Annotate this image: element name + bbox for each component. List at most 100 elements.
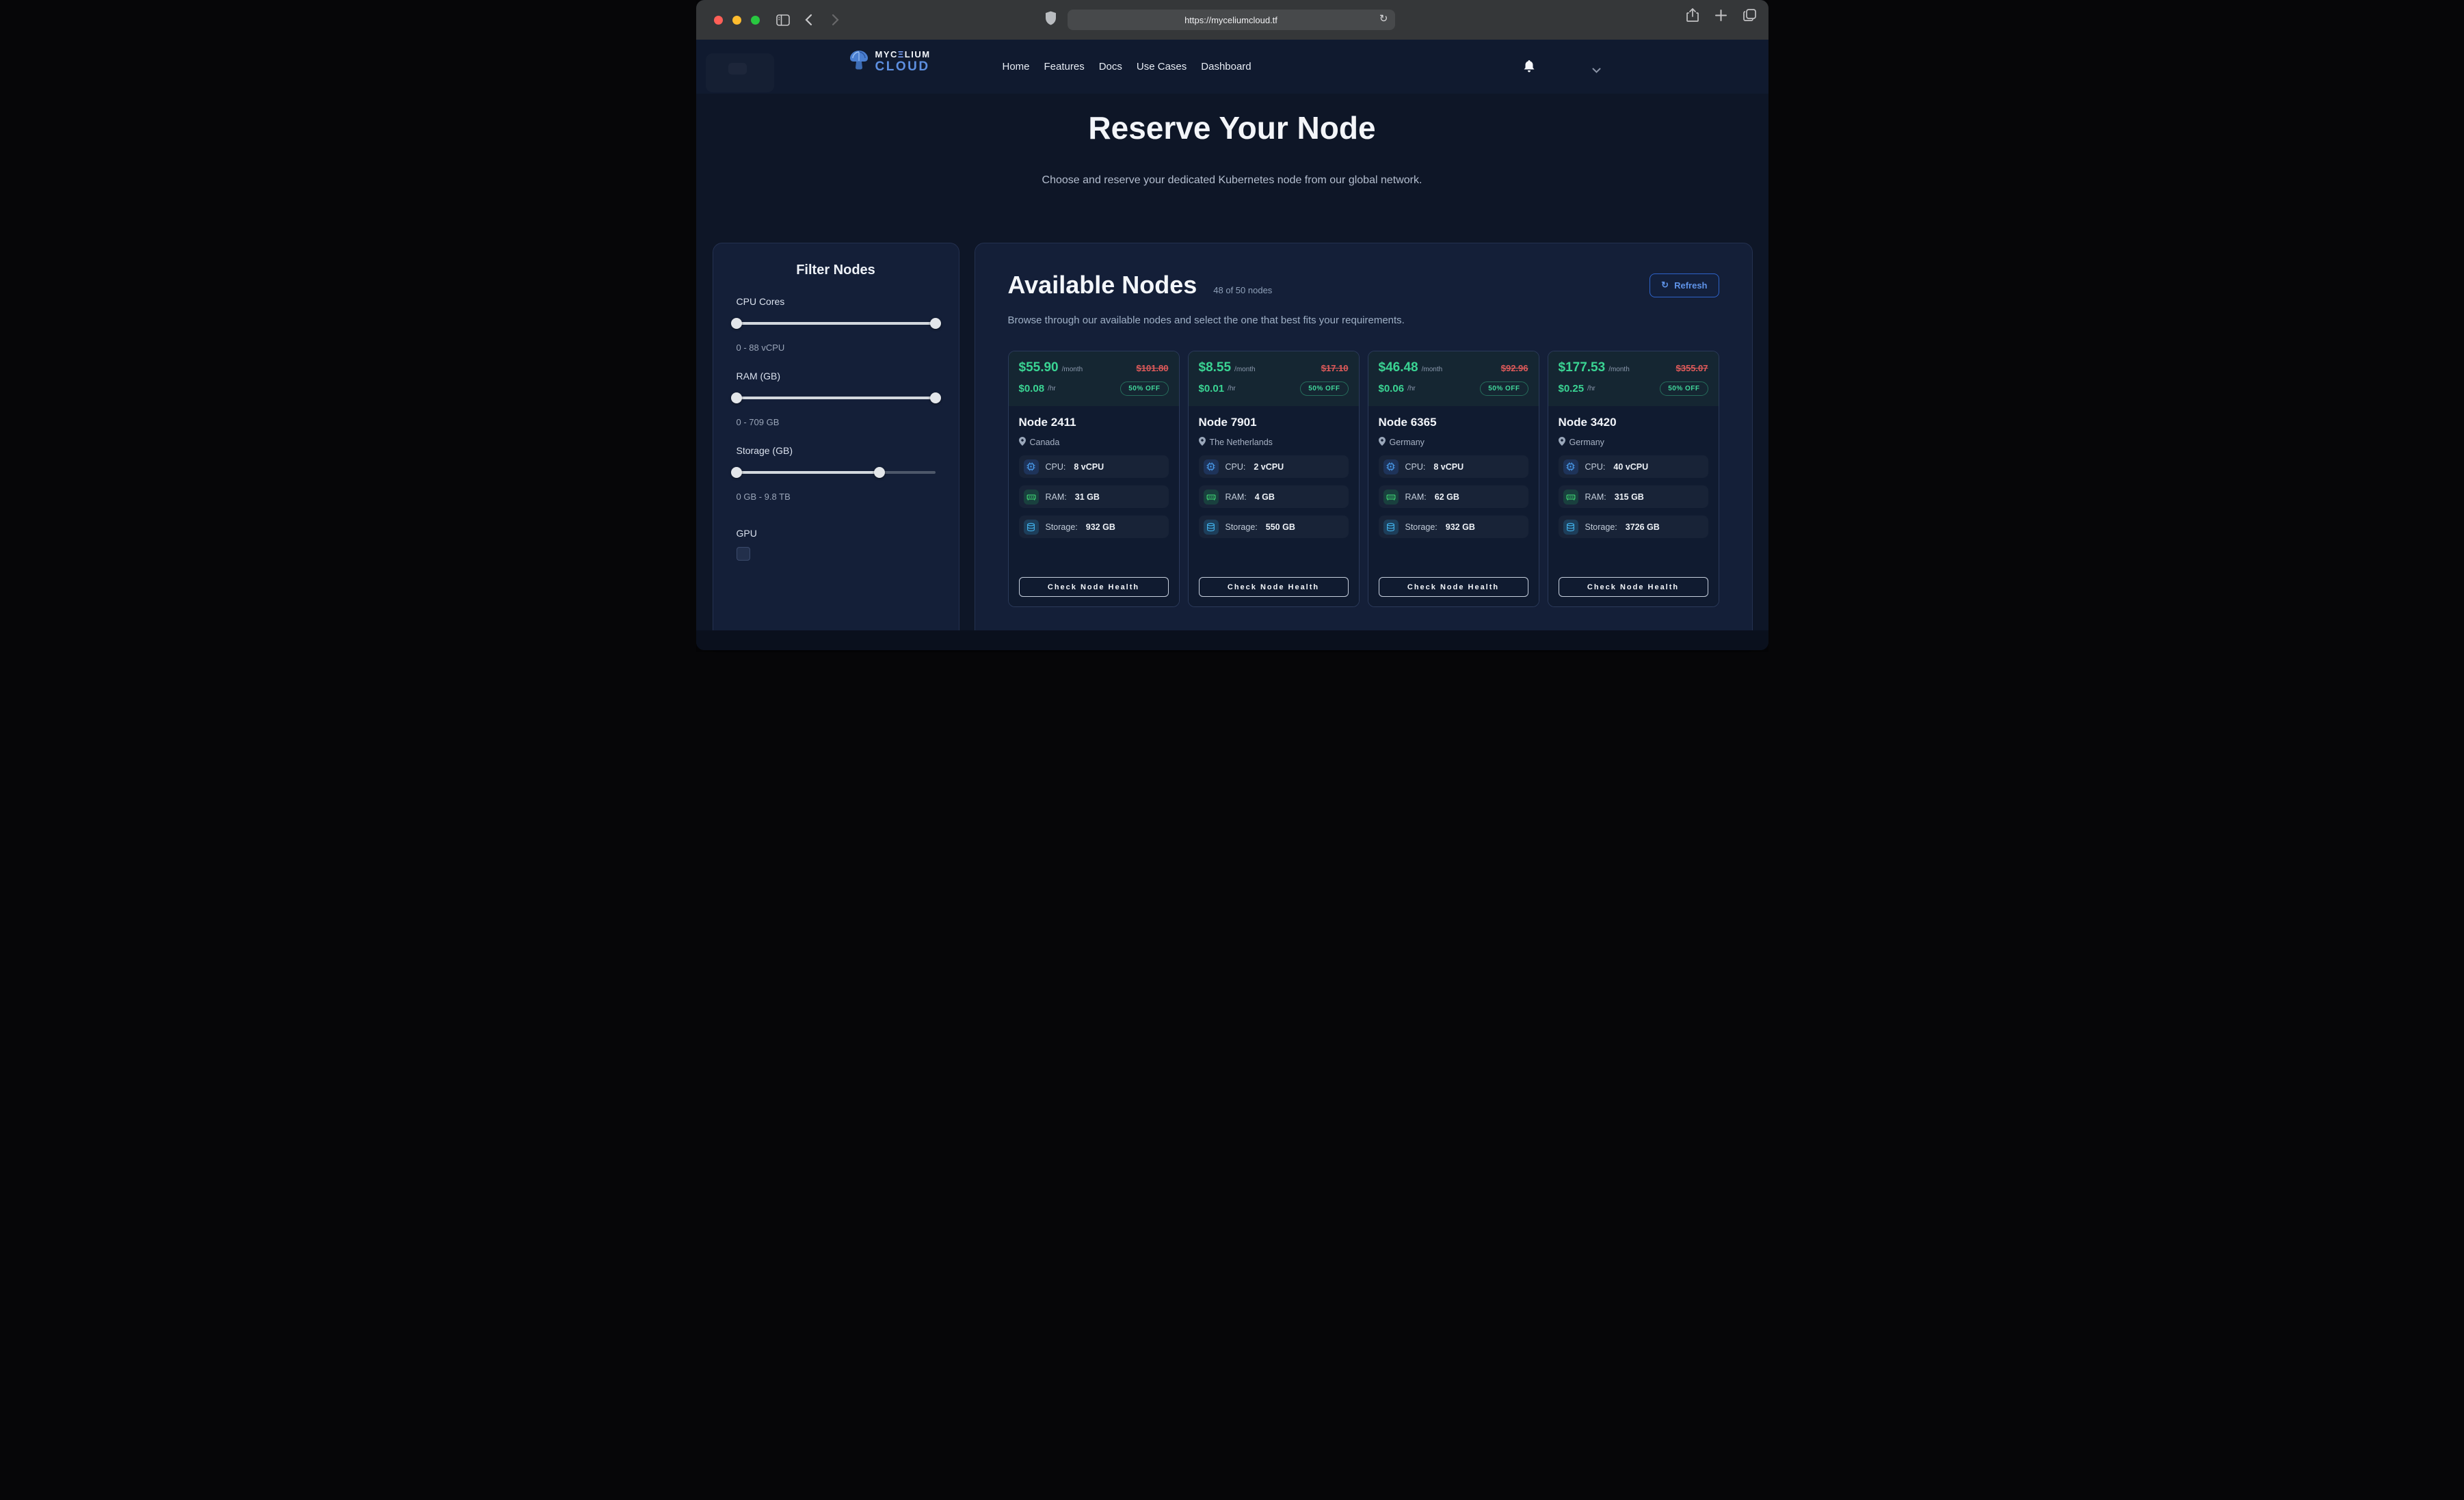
node-price-header: $46.48 /month $92.96 $0.06 /hr 50% OFF: [1368, 351, 1539, 406]
tab-overview-icon[interactable]: [1743, 9, 1756, 22]
forward-icon[interactable]: [832, 14, 839, 26]
ram-label: RAM:: [1046, 492, 1067, 502]
old-price: $101.80: [1137, 363, 1169, 373]
node-price-header: $55.90 /month $101.80 $0.08 /hr 50% OFF: [1009, 351, 1179, 406]
range-slider[interactable]: [737, 392, 936, 403]
ram-spec-row: RAM: 31 GB: [1019, 485, 1169, 508]
range-slider[interactable]: [737, 318, 936, 329]
nav-link[interactable]: Use Cases: [1137, 61, 1187, 72]
ram-value: 62 GB: [1435, 492, 1459, 502]
slider-handle-max[interactable]: [874, 467, 885, 478]
cpu-icon: [1563, 459, 1578, 474]
desktop: https://myceliumcloud.tf ↻: [696, 0, 1768, 652]
gpu-checkbox[interactable]: [737, 547, 750, 561]
old-price: $92.96: [1501, 363, 1528, 373]
filter-group: Storage (GB) 0 GB - 9.8 TB: [737, 445, 936, 502]
ram-value: 315 GB: [1615, 492, 1644, 502]
slider-handle-min[interactable]: [731, 467, 742, 478]
check-node-health-button[interactable]: Check Node Health: [1379, 577, 1528, 597]
new-tab-icon[interactable]: [1715, 10, 1727, 21]
refresh-button[interactable]: ↻ Refresh: [1650, 273, 1719, 297]
chevron-down-icon[interactable]: [1592, 64, 1601, 77]
slider-handle-max[interactable]: [930, 318, 941, 329]
cpu-spec-row: CPU: 8 vCPU: [1019, 455, 1169, 478]
per-month-label: /month: [1422, 366, 1443, 373]
zoom-window-button[interactable]: [751, 16, 760, 25]
share-icon[interactable]: [1686, 8, 1699, 23]
node-card[interactable]: $55.90 /month $101.80 $0.08 /hr 50% OFF …: [1008, 351, 1180, 607]
storage-label: Storage:: [1585, 522, 1617, 532]
notifications-bell-icon[interactable]: [1524, 60, 1535, 76]
per-hour-label: /hr: [1407, 385, 1416, 392]
location-pin-icon: [1379, 437, 1386, 448]
reload-icon[interactable]: ↻: [1379, 12, 1388, 25]
price-per-hour: $0.25: [1559, 383, 1585, 394]
check-node-health-button[interactable]: Check Node Health: [1559, 577, 1708, 597]
storage-spec-row: Storage: 932 GB: [1379, 515, 1528, 538]
nodes-panel-subtitle: Browse through our available nodes and s…: [1008, 314, 1719, 326]
per-month-label: /month: [1062, 366, 1083, 373]
node-name: Node 6365: [1379, 416, 1528, 429]
storage-value: 932 GB: [1086, 522, 1115, 532]
brand-logo[interactable]: MYCΞLIUM CLOUD: [848, 49, 931, 73]
cpu-icon: [1383, 459, 1399, 474]
check-node-health-button[interactable]: Check Node Health: [1019, 577, 1169, 597]
address-bar[interactable]: https://myceliumcloud.tf ↻: [1068, 10, 1395, 30]
nav-link[interactable]: Home: [1003, 61, 1030, 72]
storage-label: Storage:: [1046, 522, 1078, 532]
node-card[interactable]: $177.53 /month $355.07 $0.25 /hr 50% OFF…: [1548, 351, 1719, 607]
discount-badge: 50% OFF: [1300, 381, 1348, 396]
filter-label: CPU Cores: [737, 296, 936, 307]
node-card[interactable]: $8.55 /month $17.10 $0.01 /hr 50% OFF No…: [1188, 351, 1360, 607]
nav-link[interactable]: Dashboard: [1201, 61, 1251, 72]
storage-icon: [1383, 520, 1399, 535]
cpu-spec-row: CPU: 2 vCPU: [1199, 455, 1349, 478]
node-card-body: Node 7901 The Netherlands CPU:: [1189, 406, 1359, 606]
ram-value: 4 GB: [1255, 492, 1275, 502]
node-card[interactable]: $46.48 /month $92.96 $0.06 /hr 50% OFF N…: [1368, 351, 1539, 607]
nav-ghost-pill: [728, 63, 747, 75]
location-pin-icon: [1199, 437, 1206, 448]
price-per-hour: $0.01: [1199, 383, 1225, 394]
discount-badge: 50% OFF: [1660, 381, 1708, 396]
browser-toolbar: https://myceliumcloud.tf ↻: [696, 0, 1768, 40]
slider-track-active: [737, 397, 936, 399]
sidebar-toggle-icon[interactable]: [776, 14, 790, 26]
filter-range-text: 0 GB - 9.8 TB: [737, 492, 936, 502]
filter-label: Storage (GB): [737, 445, 936, 456]
slider-handle-max[interactable]: [930, 392, 941, 403]
privacy-shield-icon[interactable]: [1045, 11, 1057, 25]
ram-spec-row: RAM: 315 GB: [1559, 485, 1708, 508]
ram-icon: [1383, 490, 1399, 505]
price-per-month: $46.48: [1379, 360, 1418, 375]
range-slider[interactable]: [737, 467, 936, 478]
node-price-header: $8.55 /month $17.10 $0.01 /hr 50% OFF: [1189, 351, 1359, 406]
slider-handle-min[interactable]: [731, 318, 742, 329]
storage-spec-row: Storage: 3726 GB: [1559, 515, 1708, 538]
available-nodes-panel: Available Nodes 48 of 50 nodes ↻ Refresh…: [975, 243, 1753, 650]
brand-text: MYCΞLIUM CLOUD: [875, 50, 931, 73]
filter-panel: Filter Nodes CPU Cores 0 - 88 vCPU RAM (…: [713, 243, 959, 650]
check-node-health-button[interactable]: Check Node Health: [1199, 577, 1349, 597]
cpu-label: CPU:: [1226, 462, 1246, 472]
nav-link[interactable]: Features: [1044, 61, 1085, 72]
node-name: Node 7901: [1199, 416, 1349, 429]
mycelium-logo-icon: [848, 49, 870, 73]
page-title: Reserve Your Node: [696, 109, 1768, 146]
filter-group: CPU Cores 0 - 88 vCPU: [737, 296, 936, 353]
node-location: Canada: [1030, 438, 1060, 447]
node-name: Node 3420: [1559, 416, 1708, 429]
slider-track-active: [737, 471, 880, 474]
nav-link[interactable]: Docs: [1099, 61, 1122, 72]
storage-icon: [1204, 520, 1219, 535]
back-icon[interactable]: [805, 14, 812, 26]
per-hour-label: /hr: [1587, 385, 1595, 392]
minimize-window-button[interactable]: [732, 16, 741, 25]
close-window-button[interactable]: [714, 16, 723, 25]
price-per-hour: $0.08: [1019, 383, 1045, 394]
slider-handle-min[interactable]: [731, 392, 742, 403]
window-bottom-strip: [696, 630, 1768, 650]
ram-value: 31 GB: [1075, 492, 1100, 502]
price-per-month: $8.55: [1199, 360, 1232, 375]
window-controls: [714, 16, 760, 25]
